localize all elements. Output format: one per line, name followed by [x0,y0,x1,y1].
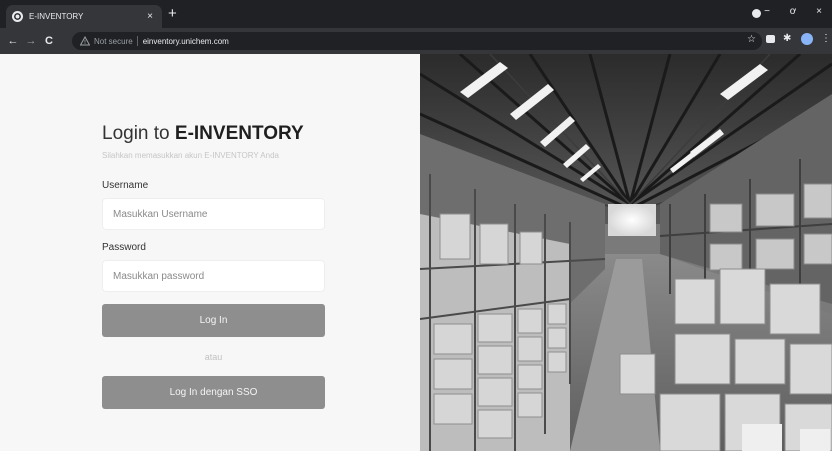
forward-icon[interactable]: → [22,35,40,47]
sso-login-button[interactable]: Log In dengan SSO [102,376,325,409]
star-icon[interactable]: ☆ [747,34,756,45]
browser-tab[interactable]: E-INVENTORY × [6,5,162,28]
menu-icon[interactable]: ⋮ [821,34,831,44]
browser-tab-strip: E-INVENTORY × + − ơ × [0,0,832,28]
back-icon[interactable]: ← [4,35,22,47]
minimize-button[interactable]: − [754,6,780,17]
profile-icon[interactable] [801,33,813,45]
reload-icon[interactable]: C [40,35,58,47]
password-label: Password [102,242,146,253]
login-title-brand: E-INVENTORY [174,123,304,144]
login-panel: Login to E-INVENTORY Silahkan memasukkan… [0,54,420,451]
page-content: Login to E-INVENTORY Silahkan memasukkan… [0,54,832,451]
extension-icon[interactable] [766,35,775,43]
warning-icon[interactable] [80,36,90,46]
url-text[interactable]: einventory.unichem.com [143,37,229,46]
favicon-icon [12,11,23,22]
login-title-prefix: Login to [102,123,175,144]
new-tab-button[interactable]: + [168,6,177,21]
browser-toolbar: ← → C Not secure einventory.unichem.com … [0,28,832,54]
username-label: Username [102,180,149,191]
login-button[interactable]: Log In [102,304,325,337]
username-input[interactable] [102,198,325,230]
tab-title: E-INVENTORY [29,12,84,21]
warehouse-photo [420,54,832,451]
not-secure-label: Not secure [94,36,133,46]
window-controls: − ơ × [754,6,832,17]
close-window-button[interactable]: × [806,6,832,17]
login-title: Login to E-INVENTORY [102,123,304,145]
omnibox-divider [136,36,138,46]
warehouse-image [420,54,832,451]
puzzle-icon[interactable]: ✱ [783,34,793,44]
tab-close-icon[interactable]: × [144,11,156,22]
extension-icons: ✱ ⋮ [766,33,831,45]
login-subtitle: Silahkan memasukkan akun E-INVENTORY And… [102,151,279,160]
or-separator: atau [204,352,223,362]
password-input[interactable] [102,260,325,292]
maximize-button[interactable]: ơ [780,6,806,17]
address-bar[interactable]: Not secure einventory.unichem.com ☆ [72,32,762,50]
